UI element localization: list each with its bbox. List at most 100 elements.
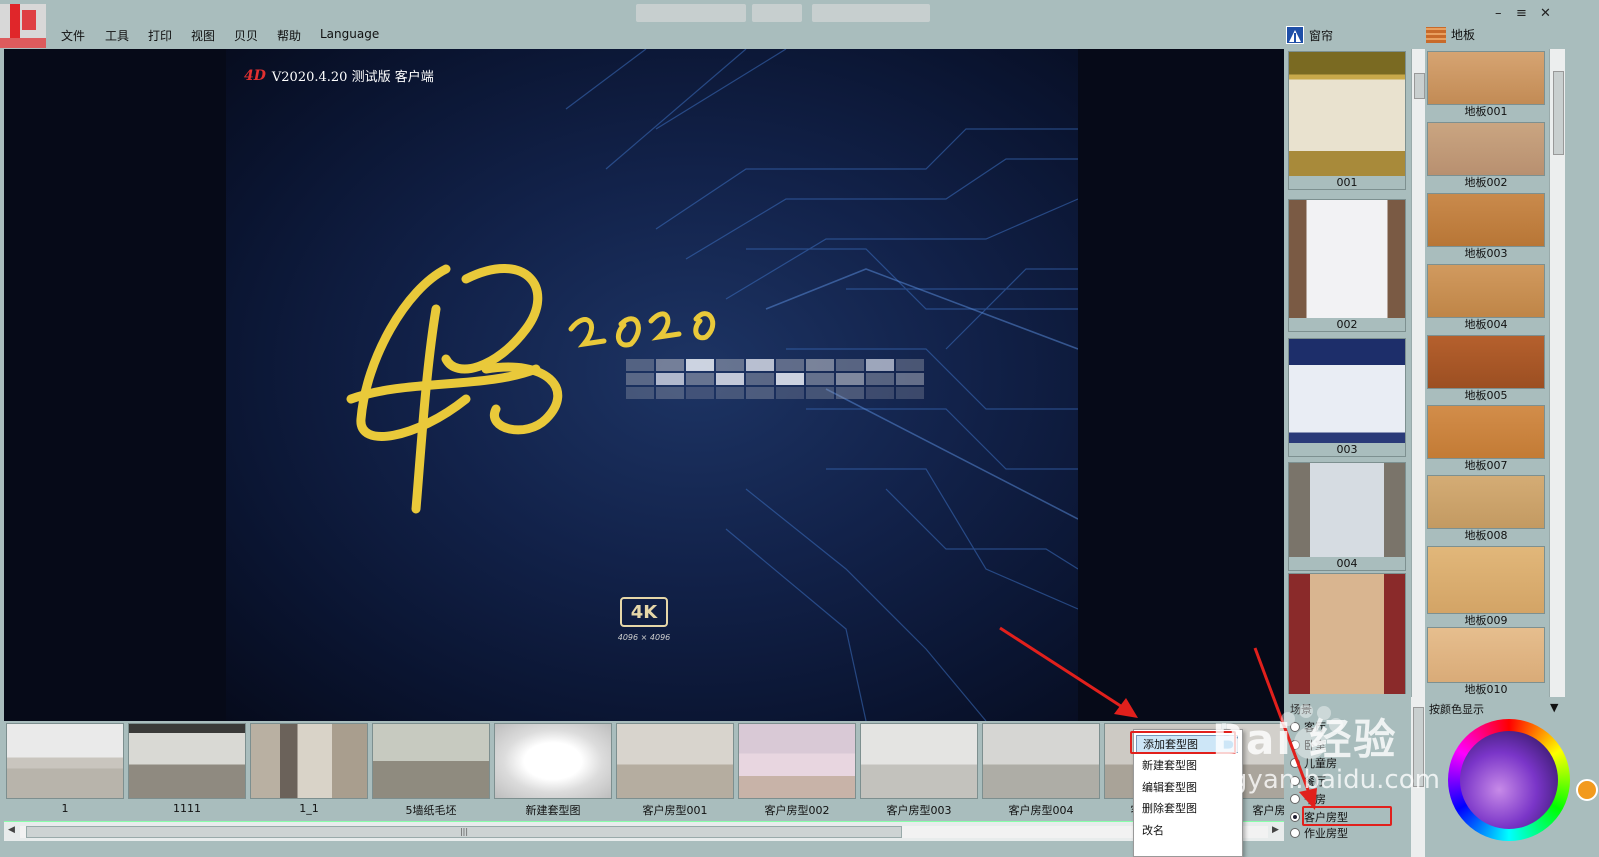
floor-label: 地板009	[1427, 614, 1545, 628]
floor-label: 地板002	[1427, 176, 1545, 190]
curtain-item[interactable]: 001	[1288, 51, 1406, 190]
menu-view[interactable]: 视图	[191, 27, 215, 44]
color-indicator-icon	[1576, 779, 1598, 801]
curtain-label: 001	[1289, 176, 1405, 189]
main-viewport[interactable]: 4D V2020.4.20 测试版 客户端 4K 4096 × 4096	[4, 49, 1284, 721]
floor-item[interactable]: 地板004	[1427, 264, 1545, 332]
close-button[interactable]: ✕	[1540, 6, 1551, 21]
radio-icon	[1290, 722, 1300, 732]
floor-label: 地板003	[1427, 247, 1545, 261]
curtain-item[interactable]: 005	[1288, 573, 1406, 694]
scene-option[interactable]: 儿童房	[1290, 755, 1337, 771]
scene-option[interactable]: 餐厅	[1290, 773, 1326, 789]
layout-thumb[interactable]: 客户房型003	[860, 723, 978, 817]
scene-option[interactable]: 书房	[1290, 791, 1326, 807]
floor-label: 地板001	[1427, 105, 1545, 119]
color-panel: 按颜色显示 ▼	[1426, 697, 1599, 857]
floor-item[interactable]: 地板001	[1427, 51, 1545, 119]
menu-bar: 文件 工具 打印 视图 贝贝 帮助 Language – ≡ ✕ 窗帘 地板	[0, 0, 1599, 48]
scene-option[interactable]: 作业房型	[1290, 825, 1348, 841]
menu-item-delete-layout[interactable]: 删除套型图	[1142, 800, 1197, 816]
floor-scrollbar[interactable]	[1549, 49, 1565, 697]
floor-item[interactable]: 地板010	[1427, 627, 1545, 697]
floor-item[interactable]: 地板008	[1427, 475, 1545, 543]
curtain-item[interactable]: 004	[1288, 462, 1406, 571]
layout-thumb[interactable]: 1	[6, 723, 124, 817]
layout-thumb[interactable]: 客户房型001	[616, 723, 734, 817]
blurred-title	[812, 4, 930, 22]
curtain-scrollbar[interactable]	[1411, 49, 1425, 697]
horizontal-scrollbar[interactable]: ◀ ||| ▶	[4, 821, 1284, 841]
tab-floor[interactable]: 地板	[1426, 26, 1475, 43]
4k-badge: 4K	[620, 597, 668, 627]
scroll-right-icon[interactable]: ▶	[1272, 825, 1279, 835]
splash-image: 4D V2020.4.20 测试版 客户端 4K 4096 × 4096	[226, 49, 1078, 721]
layout-thumb[interactable]: 新建套型图	[494, 723, 612, 817]
layout-thumb-label: 客户房型002	[764, 804, 830, 817]
tab-floor-label: 地板	[1451, 28, 1476, 42]
floor-label: 地板007	[1427, 459, 1545, 473]
menu-item-add-layout[interactable]: 添加套型图	[1136, 735, 1238, 753]
blurred-title-graphic	[626, 359, 924, 399]
layout-thumb-label: 客户房型001	[642, 804, 708, 817]
floor-label: 地板004	[1427, 318, 1545, 332]
curtain-list: 001 002 003 004 005	[1286, 49, 1410, 694]
floor-list: 地板001 地板002 地板003 地板004 地板005 地板007 地板00…	[1426, 49, 1548, 697]
curtain-icon	[1286, 26, 1304, 44]
panel-scrollbar[interactable]	[1411, 697, 1425, 857]
menu-file[interactable]: 文件	[61, 27, 85, 44]
scene-option-selected[interactable]: 客户房型	[1290, 809, 1348, 825]
blurred-title	[752, 4, 802, 22]
layout-thumb[interactable]: 1_1	[250, 723, 368, 817]
menu-button[interactable]: ≡	[1516, 6, 1527, 21]
color-wheel[interactable]	[1448, 719, 1570, 841]
layout-thumb[interactable]: 客户房型004	[982, 723, 1100, 817]
floor-item[interactable]: 地板009	[1427, 546, 1545, 628]
scroll-thumb[interactable]: |||	[26, 826, 902, 838]
scroll-left-icon[interactable]: ◀	[8, 825, 15, 835]
chevron-down-icon[interactable]: ▼	[1550, 701, 1558, 714]
layout-thumb-label: 客户房型004	[1008, 804, 1074, 817]
menu-beibei[interactable]: 贝贝	[234, 27, 258, 44]
version-label: 4D V2020.4.20 测试版 客户端	[244, 66, 434, 86]
menu-print[interactable]: 打印	[148, 27, 172, 44]
menu-help[interactable]: 帮助	[277, 27, 301, 44]
floor-item[interactable]: 地板002	[1427, 122, 1545, 190]
layout-thumb-label: 客户房型003	[886, 804, 952, 817]
layout-thumb-label: 1111	[173, 802, 201, 815]
resolution-label: 4096 × 4096	[617, 633, 671, 642]
layout-thumb-label: 5墙纸毛坯	[405, 804, 457, 817]
minimize-button[interactable]: –	[1495, 6, 1502, 21]
radio-icon	[1290, 794, 1300, 804]
scene-option[interactable]: 卧室	[1290, 737, 1326, 753]
scroll-thumb[interactable]	[1414, 73, 1425, 99]
floor-item[interactable]: 地板003	[1427, 193, 1545, 261]
layout-thumb[interactable]: 客户房型002	[738, 723, 856, 817]
radio-icon	[1290, 828, 1300, 838]
floor-item[interactable]: 地板005	[1427, 335, 1545, 403]
layout-thumb[interactable]: 5墙纸毛坯	[372, 723, 490, 817]
menu-item-new-layout[interactable]: 新建套型图	[1142, 757, 1197, 773]
tab-curtain[interactable]: 窗帘	[1286, 26, 1333, 44]
curtain-label: 003	[1289, 443, 1405, 456]
floor-item[interactable]: 地板007	[1427, 405, 1545, 473]
scroll-thumb[interactable]	[1553, 71, 1564, 155]
layout-thumb[interactable]: 1111	[128, 723, 246, 817]
floor-label: 地板005	[1427, 389, 1545, 403]
context-menu: 添加套型图 新建套型图 编辑套型图 删除套型图 改名	[1133, 729, 1243, 857]
curtain-item[interactable]: 002	[1288, 199, 1406, 332]
menu-item-edit-layout[interactable]: 编辑套型图	[1142, 779, 1197, 795]
scene-option[interactable]: 客厅	[1290, 719, 1326, 735]
scroll-thumb[interactable]	[1413, 707, 1424, 787]
floor-label: 地板010	[1427, 683, 1545, 697]
radio-icon	[1290, 740, 1300, 750]
menu-tools[interactable]: 工具	[105, 27, 129, 44]
curtain-label: 002	[1289, 318, 1405, 331]
layout-thumb-label: 新建套型图	[525, 804, 581, 817]
menu-item-rename[interactable]: 改名	[1142, 822, 1164, 838]
menu-language[interactable]: Language	[320, 27, 379, 41]
blurred-title	[636, 4, 746, 22]
scene-panel: 场景 客厅 卧室 儿童房 餐厅 书房 客户房型 作业房型	[1286, 697, 1409, 857]
scene-header: 场景	[1290, 703, 1312, 716]
curtain-item[interactable]: 003	[1288, 338, 1406, 457]
